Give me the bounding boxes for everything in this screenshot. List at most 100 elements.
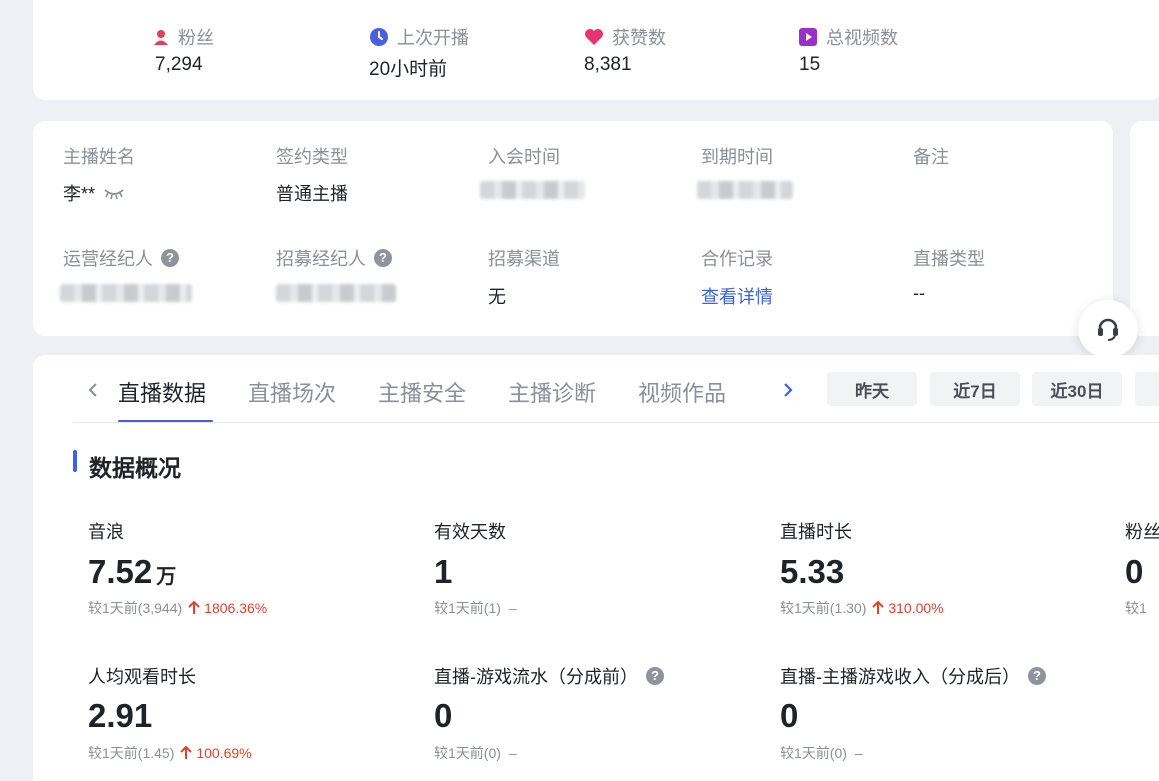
range-more-button[interactable] [1135, 372, 1159, 406]
range-7days-button[interactable]: 近7日 [930, 372, 1020, 406]
metric-number: 7.52 [88, 553, 153, 590]
metric-compare-text: 较1天前(0) [780, 745, 847, 761]
ops-agent-redacted [60, 284, 192, 302]
metric-compare-text: 较1天前(1.30) [780, 600, 867, 616]
help-icon[interactable]: ? [161, 249, 179, 267]
eye-closed-icon[interactable] [103, 186, 125, 200]
metric-compare-text: 较1天前(1.45) [88, 745, 175, 761]
metric-compare-text: 较1天前(1) [434, 600, 501, 616]
stat-likes: 获赞数 [584, 24, 666, 50]
chevron-left-icon[interactable] [86, 381, 100, 399]
trend-value: 1806.36% [204, 600, 268, 616]
help-icon[interactable]: ? [1028, 667, 1046, 685]
contract-type-label: 签约类型 [276, 147, 348, 167]
tab-host-safety[interactable]: 主播安全 [378, 376, 466, 408]
clock-icon [370, 28, 388, 46]
expire-time-redacted [697, 181, 793, 199]
metric-compare: 较1 [1125, 600, 1147, 616]
chevron-right-icon[interactable] [781, 381, 795, 399]
metric-label: 人均观看时长 [88, 667, 196, 687]
stat-fans: 粉丝 [152, 24, 214, 50]
side-card [1130, 121, 1159, 336]
fans-icon [154, 30, 168, 45]
stat-videos: 总视频数 [798, 24, 898, 50]
trend-flat: – [508, 600, 517, 616]
recruit-channel-label: 招募渠道 [488, 249, 560, 269]
live-type-value: -- [913, 283, 925, 303]
metric-compare-text: 较1天前(0) [434, 745, 501, 761]
coop-record-link[interactable]: 查看详情 [701, 283, 773, 309]
headset-icon [1098, 318, 1118, 341]
metric-compare: 较1天前(0) – [434, 743, 517, 763]
coop-record-label: 合作记录 [701, 249, 773, 269]
metric-compare-text: 较1天前(3,944) [88, 600, 183, 616]
metric-compare: 较1天前(1.30) 310.00% [780, 598, 944, 618]
trend-value: 310.00% [888, 600, 944, 616]
heart-icon [585, 29, 603, 45]
host-name-label: 主播姓名 [63, 147, 135, 167]
arrow-up-icon [188, 601, 200, 614]
recruit-agent-label: 招募经纪人 ? [276, 245, 392, 271]
recruit-channel-value: 无 [488, 287, 506, 307]
data-panel [33, 355, 1159, 781]
stat-likes-label: 获赞数 [612, 28, 666, 48]
contract-type-value: 普通主播 [276, 184, 348, 204]
remark-label: 备注 [913, 147, 949, 167]
stats-card [33, 0, 1159, 100]
stat-videos-label: 总视频数 [826, 28, 898, 48]
arrow-up-icon [180, 746, 193, 759]
section-accent-bar [73, 450, 77, 472]
range-30days-button[interactable]: 近30日 [1032, 372, 1122, 406]
arrow-up-icon [872, 601, 885, 614]
ops-agent-label: 运营经纪人 ? [63, 245, 179, 271]
metric-label: 音浪 [88, 522, 124, 542]
stat-last-live: 上次开播 [369, 24, 469, 50]
metric-label-text: 直播-游戏流水（分成前） [434, 667, 638, 687]
metric-label: 有效天数 [434, 522, 506, 542]
metric-value: 2.91 [88, 697, 153, 734]
metric-compare: 较1天前(1.45) 100.69% [88, 743, 252, 763]
tabs-divider [73, 422, 1159, 423]
metric-value: 0 [780, 697, 799, 734]
metric-label: 粉丝 [1125, 522, 1159, 542]
metric-compare: 较1天前(3,944) 1806.36% [88, 598, 267, 618]
host-name-text: 李** [63, 184, 96, 204]
stat-fans-value: 7,294 [155, 54, 203, 75]
customer-support-button[interactable] [1078, 300, 1138, 358]
metric-value: 5.33 [780, 553, 845, 590]
metric-compare: 较1天前(0) – [780, 743, 863, 763]
tab-live-sessions[interactable]: 直播场次 [248, 376, 336, 408]
trend-up: 100.69% [180, 745, 252, 761]
trend-up: 1806.36% [188, 600, 267, 616]
help-icon[interactable]: ? [374, 249, 392, 267]
metric-label-text: 直播-主播游戏收入（分成后） [780, 667, 1020, 687]
trend-flat: – [854, 745, 863, 761]
ops-agent-label-text: 运营经纪人 [63, 249, 153, 269]
tab-live-data[interactable]: 直播数据 [118, 376, 206, 408]
metric-label: 直播-游戏流水（分成前） ? [434, 663, 664, 689]
stat-last-live-label: 上次开播 [397, 28, 469, 48]
video-icon [799, 28, 817, 46]
host-name-value: 李** [63, 180, 125, 206]
metric-label: 直播时长 [780, 522, 852, 542]
tab-host-diagnosis[interactable]: 主播诊断 [508, 376, 596, 408]
section-title: 数据概况 [89, 455, 181, 481]
tab-video-works[interactable]: 视频作品 [638, 376, 726, 408]
stat-videos-value: 15 [799, 54, 821, 75]
metric-value: 0 [434, 697, 453, 734]
metric-unit: 万 [156, 566, 177, 588]
expire-time-label: 到期时间 [701, 147, 773, 167]
help-icon[interactable]: ? [646, 667, 664, 685]
trend-up: 310.00% [872, 600, 944, 616]
metric-label: 直播-主播游戏收入（分成后） ? [780, 663, 1046, 689]
join-time-redacted [480, 181, 585, 199]
recruit-agent-redacted [276, 284, 396, 302]
recruit-agent-label-text: 招募经纪人 [276, 249, 366, 269]
stat-last-live-value: 20小时前 [369, 59, 448, 80]
stat-fans-label: 粉丝 [178, 28, 214, 48]
live-type-label: 直播类型 [913, 249, 985, 269]
range-yesterday-button[interactable]: 昨天 [827, 372, 917, 406]
metric-value: 0 [1125, 553, 1144, 590]
host-info-card [33, 121, 1113, 336]
join-time-label: 入会时间 [488, 147, 560, 167]
